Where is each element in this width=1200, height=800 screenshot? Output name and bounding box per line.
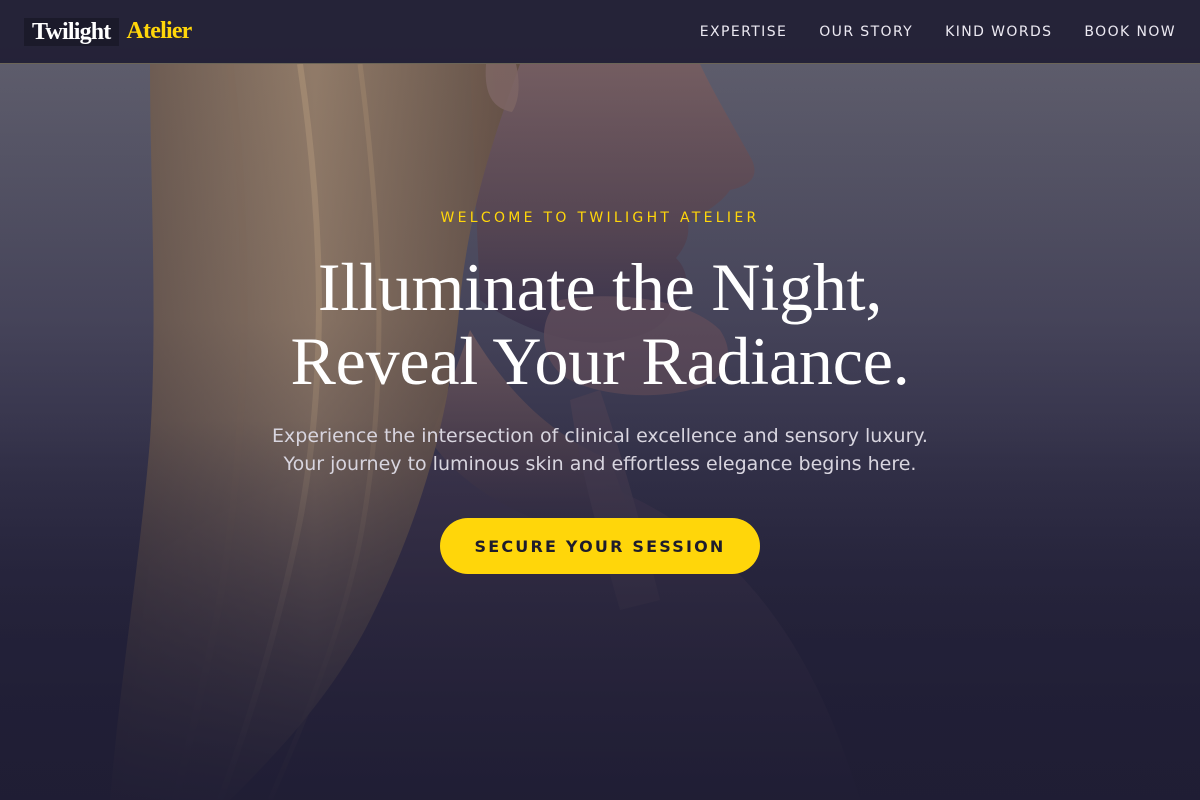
logo-accent-word: Atelier xyxy=(126,18,193,44)
landing-page: Twilight Atelier EXPERTISE OUR STORY KIN… xyxy=(0,0,1200,800)
nav-link-expertise[interactable]: EXPERTISE xyxy=(700,24,787,40)
hero-headline-line-1: Illuminate the Night, xyxy=(317,249,883,325)
nav-link-kind-words[interactable]: KIND WORDS xyxy=(945,24,1052,40)
main-nav: EXPERTISE OUR STORY KIND WORDS BOOK NOW xyxy=(700,24,1176,40)
hero-section: WELCOME TO TWILIGHT ATELIER Illuminate t… xyxy=(0,208,1200,574)
nav-link-our-story[interactable]: OUR STORY xyxy=(819,24,913,40)
hero-headline-line-2: Reveal Your Radiance. xyxy=(290,323,910,399)
hero-subtext: Experience the intersection of clinical … xyxy=(272,425,928,475)
nav-link-book-now[interactable]: BOOK NOW xyxy=(1084,24,1176,40)
secure-session-button[interactable]: SECURE YOUR SESSION xyxy=(440,518,760,574)
site-header: Twilight Atelier EXPERTISE OUR STORY KIN… xyxy=(0,0,1200,64)
hero-headline: Illuminate the Night, Reveal Your Radian… xyxy=(291,250,910,398)
brand-logo[interactable]: Twilight Atelier xyxy=(24,17,193,46)
hero-eyebrow: WELCOME TO TWILIGHT ATELIER xyxy=(440,210,760,226)
logo-primary-word: Twilight xyxy=(24,17,119,46)
